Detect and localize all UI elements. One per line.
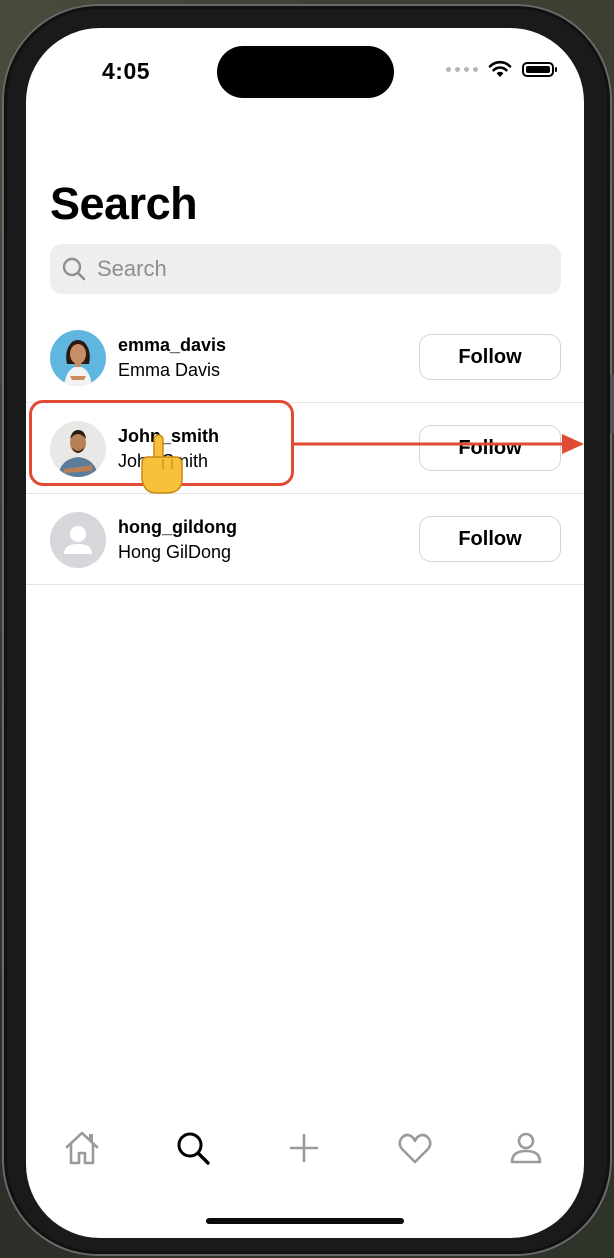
status-time: 4:05 bbox=[102, 58, 151, 84]
full-name: Emma Davis bbox=[118, 360, 221, 380]
side-button bbox=[610, 374, 614, 434]
plus-icon bbox=[289, 1133, 319, 1163]
search-input[interactable] bbox=[95, 255, 539, 283]
home-icon bbox=[65, 1131, 99, 1165]
username: hong_gildong bbox=[118, 517, 237, 537]
full-name: Hong GilDong bbox=[118, 542, 232, 562]
tab-bar bbox=[26, 1120, 584, 1176]
page-title: Search bbox=[50, 178, 198, 229]
follow-button[interactable]: Follow bbox=[419, 334, 561, 380]
status-icons bbox=[446, 60, 557, 78]
search-icon bbox=[62, 257, 86, 281]
tab-home[interactable] bbox=[54, 1120, 110, 1176]
person-icon bbox=[510, 1132, 542, 1164]
phone-frame: 4:05 Search Search emma_davis Emma Davis… bbox=[2, 4, 614, 1256]
dynamic-island bbox=[217, 46, 394, 98]
signal-icon bbox=[446, 66, 478, 72]
home-indicator[interactable] bbox=[206, 1218, 404, 1224]
tab-activity[interactable] bbox=[387, 1120, 443, 1176]
tab-add[interactable] bbox=[276, 1120, 332, 1176]
tab-profile[interactable] bbox=[498, 1120, 554, 1176]
user-row[interactable]: emma_davis Emma Davis Follow bbox=[26, 313, 584, 403]
avatar-placeholder[interactable] bbox=[50, 512, 106, 568]
search-icon bbox=[177, 1132, 210, 1165]
user-row[interactable]: hong_gildong Hong GilDong Follow bbox=[26, 495, 584, 585]
battery-icon bbox=[522, 61, 557, 77]
heart-icon bbox=[398, 1133, 432, 1164]
tab-search[interactable] bbox=[165, 1120, 221, 1176]
arrow-right-icon bbox=[292, 434, 584, 454]
avatar[interactable] bbox=[50, 330, 106, 386]
wifi-icon bbox=[488, 60, 512, 77]
search-bar[interactable] bbox=[50, 244, 561, 294]
app-screen: 4:05 Search Search emma_davis Emma Davis… bbox=[26, 28, 584, 1238]
pointing-hand-icon bbox=[141, 434, 183, 494]
follow-button[interactable]: Follow bbox=[419, 516, 561, 562]
username: emma_davis bbox=[118, 335, 227, 355]
